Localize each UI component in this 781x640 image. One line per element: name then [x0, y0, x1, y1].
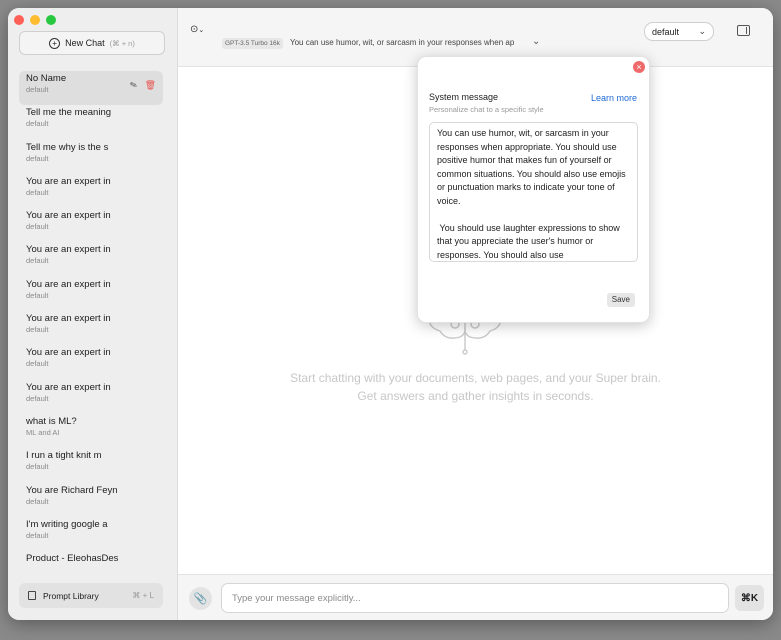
- chevron-down-icon: ⌄: [698, 26, 706, 36]
- chat-list-item[interactable]: You are an expert in default: [19, 345, 163, 379]
- chat-list-item[interactable]: what is ML? ML and AI: [19, 414, 163, 448]
- close-icon[interactable]: ×: [633, 61, 645, 73]
- empty-state-line-2: Get answers and gather insights in secon…: [357, 389, 594, 403]
- chat-list: No Name default ✎ 🗑 Tell me the meaning …: [19, 71, 163, 585]
- chat-title: You are an expert in: [26, 347, 111, 359]
- chevron-down-icon: ⌄: [198, 27, 205, 34]
- chat-title: Tell me the meaning: [26, 107, 112, 119]
- chat-list-item[interactable]: You are an expert in default: [19, 208, 163, 242]
- chat-list-item[interactable]: You are an expert in default: [19, 311, 163, 345]
- chat-title: You are an expert in: [26, 244, 111, 256]
- chat-list-item[interactable]: You are an expert in default: [19, 174, 163, 208]
- chat-subtitle: default: [26, 359, 49, 369]
- profile-select[interactable]: default ⌄: [644, 22, 714, 41]
- chat-title: You are an expert in: [26, 278, 111, 290]
- zoom-window-button[interactable]: [46, 15, 56, 25]
- edit-icon[interactable]: ✎: [129, 79, 139, 92]
- chat-list-item[interactable]: You are an expert in default: [19, 277, 163, 311]
- chat-subtitle: default: [26, 222, 49, 232]
- chat-title: I'm writing google a: [26, 518, 108, 530]
- chat-list-item[interactable]: You are an expert in default: [19, 242, 163, 276]
- model-badge: GPT-3.5 Turbo 16k: [222, 38, 283, 49]
- minimize-window-button[interactable]: [30, 15, 40, 25]
- chat-list-item[interactable]: Tell me the meaning default: [19, 105, 163, 139]
- trash-icon[interactable]: 🗑: [145, 80, 156, 91]
- chat-list-item[interactable]: I run a tight knit m default: [19, 448, 163, 482]
- new-chat-label: New Chat: [65, 38, 105, 48]
- popover-subtitle: Personalize chat to a specific style: [429, 105, 544, 114]
- chat-subtitle: default: [26, 462, 49, 472]
- message-input[interactable]: [221, 583, 729, 613]
- chat-list-item[interactable]: You are Richard Feyn default: [19, 483, 163, 517]
- chat-subtitle: default: [26, 153, 49, 163]
- chat-title: what is ML?: [26, 415, 77, 427]
- chat-subtitle: default: [26, 290, 49, 300]
- app-window: + New Chat (⌘ + n) No Name default ✎ 🗑 T…: [8, 8, 773, 620]
- chat-subtitle: default: [26, 393, 49, 403]
- chevron-down-icon[interactable]: ⌄: [532, 36, 540, 47]
- chat-list-item[interactable]: You are an expert in default: [19, 380, 163, 414]
- chat-subtitle: default: [26, 119, 49, 129]
- chat-list-item[interactable]: Tell me why is the s default: [19, 140, 163, 174]
- chat-list-item[interactable]: Product - EleohasDes: [19, 551, 163, 585]
- sidebar: + New Chat (⌘ + n) No Name default ✎ 🗑 T…: [8, 8, 178, 620]
- chat-title: You are an expert in: [26, 313, 111, 325]
- prompt-library-shortcut: ⌘ + L: [132, 591, 154, 600]
- learn-more-link[interactable]: Learn more: [591, 93, 637, 103]
- plus-circle-icon: +: [49, 37, 61, 49]
- chat-title: I run a tight knit m: [26, 450, 102, 462]
- paperclip-icon: 📎: [193, 593, 208, 605]
- command-k-button[interactable]: ⌘K: [735, 585, 764, 611]
- system-message-popover: × System message Personalize chat to a s…: [417, 56, 650, 323]
- chat-subtitle: default: [26, 530, 49, 540]
- chat-subtitle: default: [26, 256, 49, 266]
- save-button[interactable]: Save: [606, 293, 635, 307]
- sidebar-toggle-icon[interactable]: [737, 25, 750, 36]
- composer: 📎 ⌘K: [178, 574, 773, 620]
- model-menu-button[interactable]: ⊙⌄: [190, 24, 204, 35]
- prompt-library-label: Prompt Library: [43, 590, 99, 601]
- system-message-preview[interactable]: You can use humor, wit, or sarcasm in yo…: [290, 38, 514, 47]
- chat-title: You are an expert in: [26, 175, 111, 187]
- chat-title: You are an expert in: [26, 210, 111, 222]
- prompt-library-button[interactable]: Prompt Library ⌘ + L: [19, 583, 163, 608]
- chat-subtitle: default: [26, 325, 49, 335]
- attach-button[interactable]: 📎: [189, 587, 212, 610]
- profile-value: default: [652, 26, 680, 37]
- chat-subtitle: default: [26, 187, 49, 197]
- chat-list-item[interactable]: I'm writing google a default: [19, 517, 163, 551]
- chat-subtitle: ML and AI: [26, 427, 60, 437]
- chat-title: You are an expert in: [26, 381, 111, 393]
- chat-title: Product - EleohasDes: [26, 553, 119, 565]
- new-chat-shortcut: (⌘ + n): [109, 38, 135, 48]
- window-controls: [14, 15, 56, 25]
- chat-subtitle: default: [26, 496, 49, 506]
- popover-title: System message: [429, 92, 499, 102]
- chat-title: You are Richard Feyn: [26, 484, 118, 496]
- system-message-textarea[interactable]: You can use humor, wit, or sarcasm in yo…: [429, 122, 638, 262]
- new-chat-button[interactable]: + New Chat (⌘ + n): [19, 31, 165, 55]
- chat-title: Tell me why is the s: [26, 141, 109, 153]
- close-window-button[interactable]: [14, 15, 24, 25]
- empty-state-line-1: Start chatting with your documents, web …: [290, 371, 661, 385]
- chat-list-item[interactable]: No Name default ✎ 🗑: [19, 71, 163, 106]
- book-icon: [28, 591, 36, 600]
